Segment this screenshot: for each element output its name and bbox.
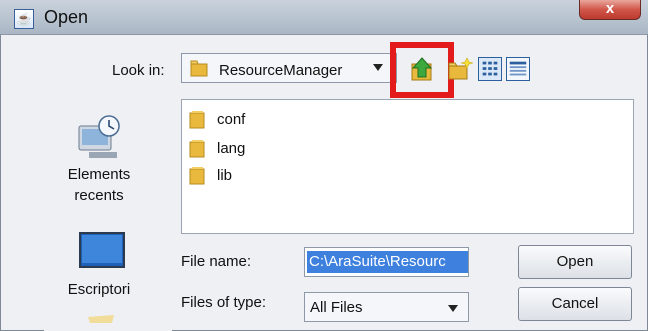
desktop-label: Escriptori — [67, 281, 131, 298]
file-name: lang — [217, 139, 246, 157]
file-name-field[interactable]: C:\AraSuite\Resourc — [304, 247, 469, 277]
folder-icon — [189, 166, 205, 184]
file-name: lib — [217, 166, 233, 184]
list-item[interactable]: lib — [189, 163, 232, 187]
chevron-down-icon[interactable] — [448, 305, 458, 312]
details-view-icon[interactable] — [506, 57, 530, 81]
file-name-value: C:\AraSuite\Resourc — [307, 251, 468, 273]
recent-items-icon[interactable] — [75, 112, 125, 162]
folder-icon — [189, 110, 205, 128]
file-list[interactable]: conf lang lib — [181, 99, 634, 234]
new-folder-icon[interactable] — [447, 57, 473, 81]
java-cup-icon: ☕ — [14, 9, 34, 29]
file-type-label: Files of type: — [181, 294, 267, 311]
look-in-value: ResourceManager — [219, 62, 343, 79]
file-name: conf — [217, 110, 246, 128]
folder-icon[interactable] — [86, 314, 116, 324]
list-item[interactable]: lang — [189, 136, 245, 160]
up-one-level-icon[interactable] — [408, 55, 436, 83]
folder-icon — [190, 60, 208, 77]
open-button[interactable]: Open — [518, 245, 632, 279]
file-type-value: All Files — [310, 299, 363, 316]
window-title: Open — [44, 7, 89, 27]
list-item[interactable]: conf — [189, 107, 245, 131]
close-button[interactable]: x — [579, 0, 641, 20]
recent-items-label: Elements recents — [67, 166, 131, 204]
folder-icon — [189, 139, 205, 157]
cancel-button[interactable]: Cancel — [518, 287, 632, 321]
desktop-icon[interactable] — [79, 232, 125, 268]
title-bar — [0, 0, 648, 35]
look-in-label: Look in: — [112, 62, 165, 79]
list-view-icon[interactable] — [478, 57, 502, 81]
file-name-label: File name: — [181, 253, 252, 270]
chevron-down-icon[interactable] — [373, 64, 383, 71]
